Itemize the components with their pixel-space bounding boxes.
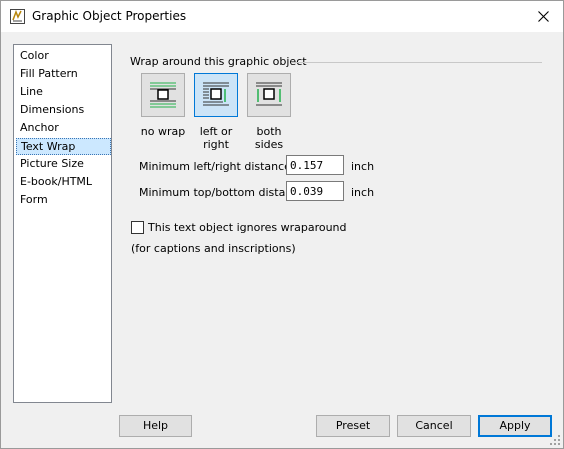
category-list[interactable]: Color Fill Pattern Line Dimensions Ancho… — [13, 44, 112, 403]
left-right-unit: inch — [351, 160, 375, 173]
resize-grip-icon[interactable] — [550, 435, 560, 445]
close-icon — [537, 11, 549, 22]
sidebar-item-fill-pattern[interactable]: Fill Pattern — [19, 66, 79, 82]
help-button[interactable]: Help — [119, 415, 192, 437]
sidebar-item-color[interactable]: Color — [19, 48, 50, 64]
app-icon — [10, 9, 25, 24]
sidebar-item-ebook-html[interactable]: E-book/HTML — [19, 174, 93, 190]
window-title: Graphic Object Properties — [32, 9, 187, 23]
left-right-distance-label: Minimum left/right distance — [139, 160, 291, 173]
sidebar-item-dimensions[interactable]: Dimensions — [19, 102, 85, 118]
preset-button[interactable]: Preset — [316, 415, 390, 437]
sidebar-item-anchor[interactable]: Anchor — [19, 120, 60, 136]
cancel-button[interactable]: Cancel — [397, 415, 471, 437]
no-wrap-icon — [150, 82, 176, 108]
both-sides-button[interactable] — [247, 73, 291, 117]
no-wrap-button[interactable] — [141, 73, 185, 117]
sidebar-item-form[interactable]: Form — [19, 192, 49, 208]
sidebar-item-line[interactable]: Line — [19, 84, 44, 100]
ignore-wrap-note: (for captions and inscriptions) — [131, 242, 296, 255]
both-sides-label: both sides — [254, 125, 284, 151]
close-button[interactable] — [523, 1, 563, 32]
both-sides-icon — [256, 82, 282, 106]
group-divider — [291, 62, 542, 63]
ignore-wrap-label[interactable]: This text object ignores wraparound — [148, 221, 347, 234]
sidebar-item-picture-size[interactable]: Picture Size — [19, 156, 85, 172]
top-bottom-distance-input[interactable] — [286, 181, 344, 201]
left-right-distance-input[interactable] — [286, 155, 344, 175]
top-bottom-distance-label: Minimum top/bottom distance — [139, 186, 306, 199]
left-or-right-icon — [203, 82, 229, 106]
wrap-group-legend: Wrap around this graphic object — [130, 55, 307, 68]
sidebar-item-text-wrap[interactable]: Text Wrap — [16, 138, 111, 155]
dialog-window: Graphic Object Properties Color Fill Pat… — [0, 0, 564, 449]
apply-button[interactable]: Apply — [478, 415, 552, 437]
top-bottom-unit: inch — [351, 186, 375, 199]
left-or-right-button[interactable] — [194, 73, 238, 117]
title-bar: Graphic Object Properties — [1, 1, 563, 32]
ignore-wrap-checkbox[interactable] — [131, 221, 144, 234]
